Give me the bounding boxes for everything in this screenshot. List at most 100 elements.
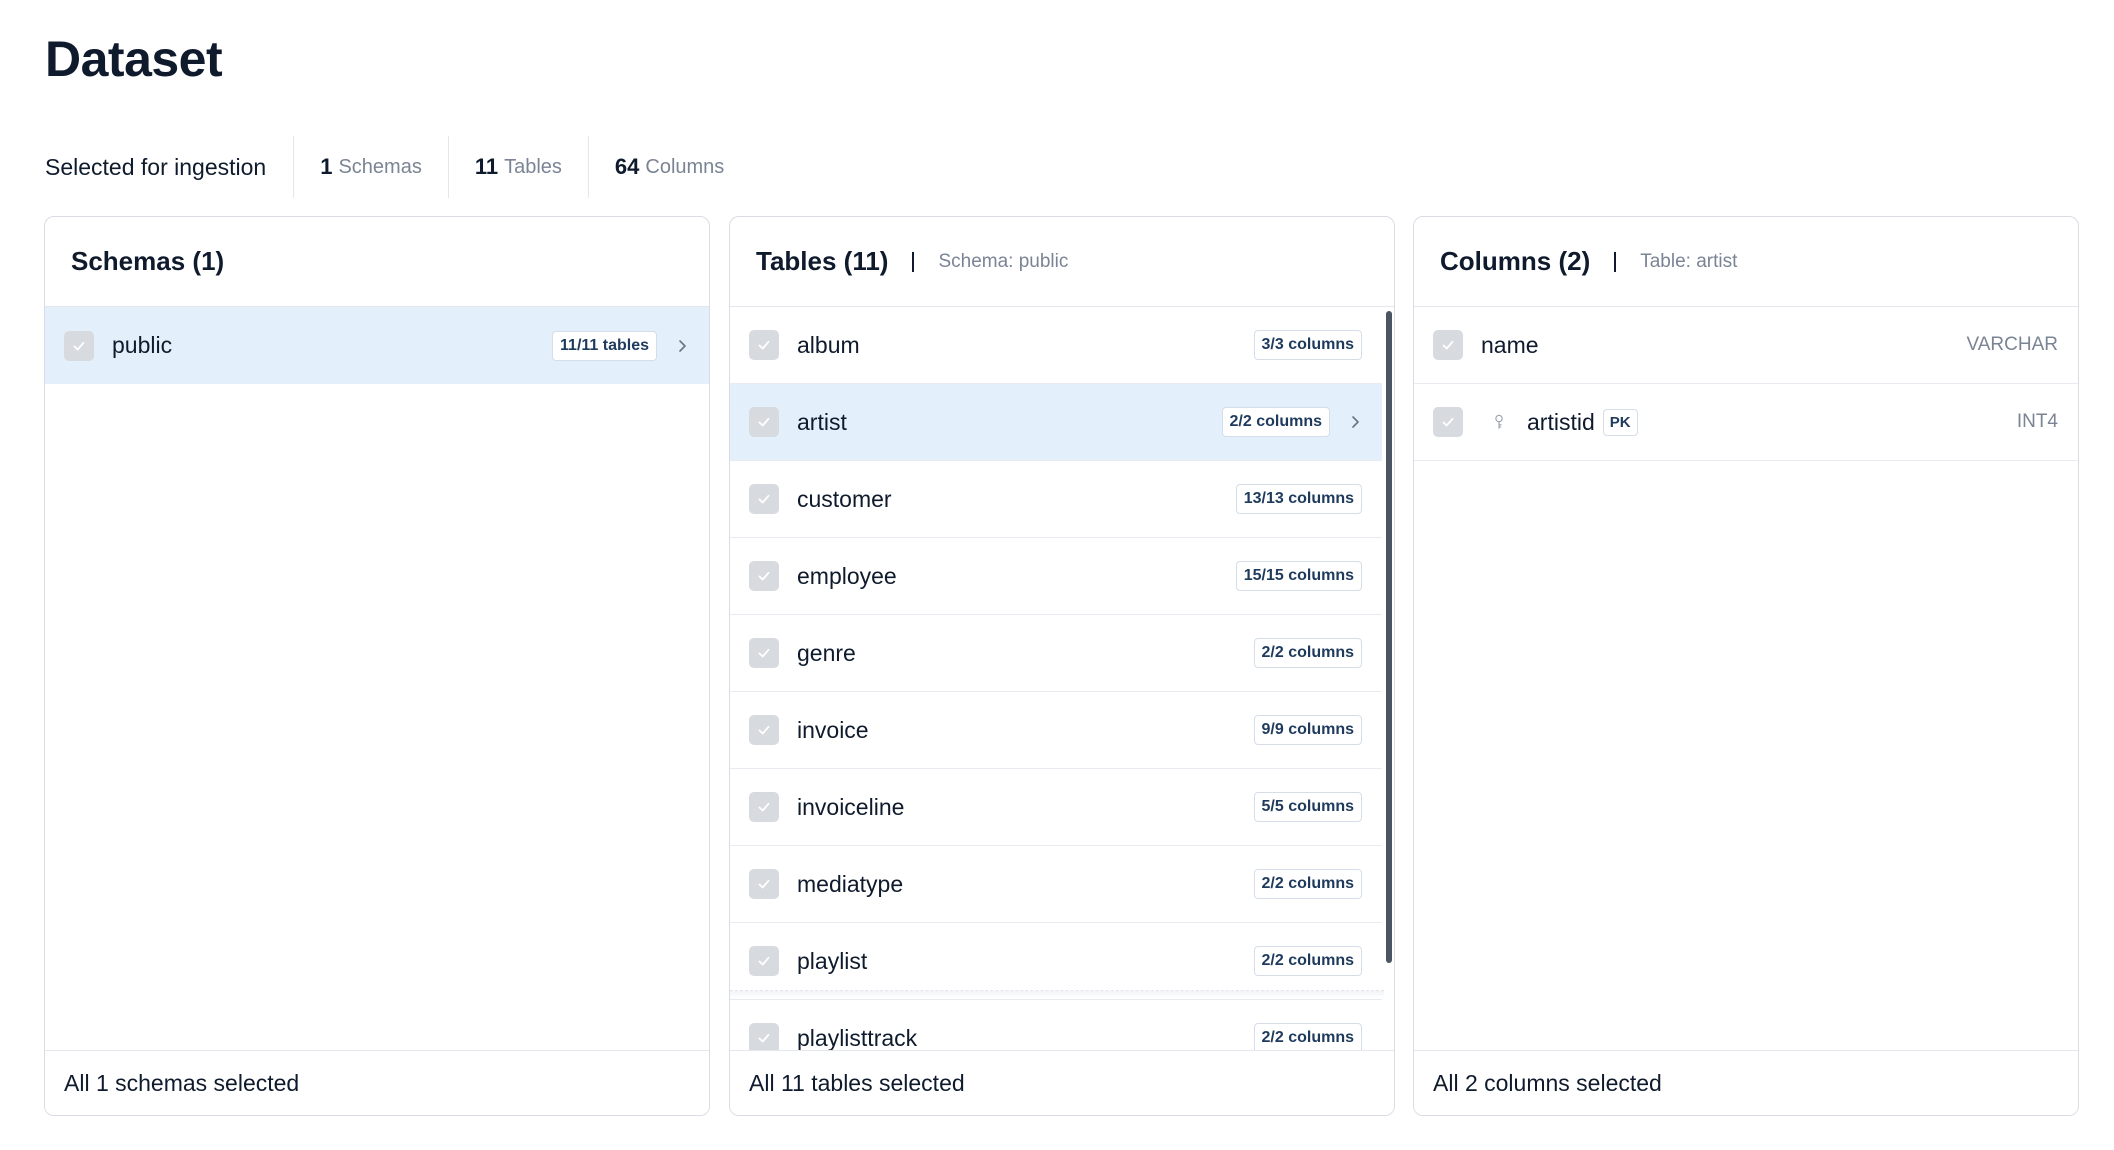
table-row-invoiceline[interactable]: invoiceline 5/5 columns xyxy=(730,769,1382,846)
table-column-count-badge: 13/13 columns xyxy=(1235,484,1362,514)
schemas-panel-header: Schemas (1) xyxy=(45,217,709,307)
tables-count: 11 xyxy=(474,154,499,179)
table-column-count-badge: 2/2 columns xyxy=(1221,407,1330,437)
columns-list: name VARCHAR artistid PK INT4 xyxy=(1414,307,2078,1050)
table-label: invoiceline xyxy=(797,793,905,820)
summary-label: Selected for ingestion xyxy=(45,153,267,180)
table-checkbox[interactable] xyxy=(749,561,779,591)
check-icon xyxy=(758,648,770,658)
table-column-count-badge: 2/2 columns xyxy=(1253,1023,1362,1050)
columns-panel-header: Columns (2) Table: artist xyxy=(1414,217,2078,307)
table-label: album xyxy=(797,331,860,358)
table-row-playlisttrack[interactable]: playlisttrack 2/2 columns xyxy=(730,1000,1382,1050)
columns-panel-footer: All 2 columns selected xyxy=(1414,1050,2078,1115)
table-row-employee[interactable]: employee 15/15 columns xyxy=(730,538,1382,615)
schemas-count: 1 xyxy=(320,154,333,179)
table-row-invoice[interactable]: invoice 9/9 columns xyxy=(730,692,1382,769)
schema-table-count-badge: 11/11 tables xyxy=(552,330,657,361)
summary-columns: 64 Columns xyxy=(587,136,750,198)
check-icon xyxy=(758,802,770,812)
summary-tables: 11 Tables xyxy=(447,136,588,198)
table-checkbox[interactable] xyxy=(749,484,779,514)
primary-key-badge: PK xyxy=(1602,408,1638,436)
column-checkbox[interactable] xyxy=(1433,330,1463,360)
column-label: name xyxy=(1481,331,1539,358)
table-row-album[interactable]: album 3/3 columns xyxy=(730,307,1382,384)
column-label: artistid xyxy=(1527,408,1595,435)
tables-list[interactable]: album 3/3 columns artist 2/2 columns custome… xyxy=(730,307,1394,1050)
columns-panel: Columns (2) Table: artist name VARCHAR a… xyxy=(1413,216,2079,1116)
table-checkbox[interactable] xyxy=(749,792,779,822)
table-row-artist[interactable]: artist 2/2 columns xyxy=(730,384,1382,461)
table-checkbox[interactable] xyxy=(749,330,779,360)
key-icon xyxy=(1489,411,1509,433)
schemas-panel-title: Schemas (1) xyxy=(71,246,225,276)
table-label: playlisttrack xyxy=(797,1024,918,1051)
columns-panel-title: Columns (2) xyxy=(1440,246,1591,276)
table-checkbox[interactable] xyxy=(749,946,779,976)
schemas-panel-footer: All 1 schemas selected xyxy=(45,1050,709,1115)
check-icon xyxy=(1442,340,1454,350)
table-checkbox[interactable] xyxy=(749,715,779,745)
ingestion-summary: Selected for ingestion 1 Schemas 11 Tabl… xyxy=(45,136,750,198)
tables-scrollbar[interactable] xyxy=(1386,311,1392,963)
table-column-count-badge: 15/15 columns xyxy=(1235,561,1362,591)
chevron-right-icon[interactable] xyxy=(1348,415,1362,429)
table-label: genre xyxy=(797,639,856,666)
check-icon xyxy=(758,879,770,889)
column-row-name[interactable]: name VARCHAR xyxy=(1414,307,2078,384)
check-icon xyxy=(73,341,85,350)
table-checkbox[interactable] xyxy=(749,869,779,899)
column-row-artistid[interactable]: artistid PK INT4 xyxy=(1414,384,2078,461)
schemas-unit: Schemas xyxy=(338,155,422,178)
check-icon xyxy=(758,1033,770,1043)
tables-panel-title: Tables (11) xyxy=(756,246,889,276)
schemas-panel: Schemas (1) public 11/11 tables All 1 sc… xyxy=(44,216,710,1116)
table-label: artist xyxy=(797,408,847,435)
check-icon xyxy=(758,494,770,504)
tables-panel-footer: All 11 tables selected xyxy=(730,1050,1394,1115)
table-checkbox[interactable] xyxy=(749,638,779,668)
column-type: INT4 xyxy=(2016,411,2058,432)
chevron-right-icon[interactable] xyxy=(675,339,689,353)
table-column-count-badge: 9/9 columns xyxy=(1253,715,1362,745)
table-row-playlist[interactable]: playlist 2/2 columns xyxy=(730,923,1382,1000)
table-label: mediatype xyxy=(797,870,904,897)
header-divider xyxy=(912,251,915,272)
tables-panel: Tables (11) Schema: public album 3/3 colu… xyxy=(729,216,1395,1116)
table-row-genre[interactable]: genre 2/2 columns xyxy=(730,615,1382,692)
table-column-count-badge: 2/2 columns xyxy=(1253,869,1362,899)
column-checkbox[interactable] xyxy=(1433,407,1463,437)
check-icon xyxy=(758,725,770,735)
scroll-fade xyxy=(730,990,1384,998)
tables-unit: Tables xyxy=(504,155,562,178)
table-checkbox[interactable] xyxy=(749,407,779,437)
table-label: customer xyxy=(797,485,892,512)
columns-count: 64 xyxy=(614,154,640,179)
header-divider xyxy=(1614,251,1617,272)
table-column-count-badge: 5/5 columns xyxy=(1253,792,1362,822)
table-checkbox[interactable] xyxy=(749,1023,779,1050)
check-icon xyxy=(758,571,770,581)
table-column-count-badge: 3/3 columns xyxy=(1253,330,1362,360)
schemas-list: public 11/11 tables xyxy=(45,307,709,1050)
column-type: VARCHAR xyxy=(1966,334,2059,355)
table-column-count-badge: 2/2 columns xyxy=(1253,638,1362,668)
check-icon xyxy=(758,956,770,966)
table-label: playlist xyxy=(797,947,868,974)
table-row-mediatype[interactable]: mediatype 2/2 columns xyxy=(730,846,1382,923)
columns-unit: Columns xyxy=(645,155,725,178)
schema-label: public xyxy=(112,332,173,358)
check-icon xyxy=(758,340,770,350)
table-row-customer[interactable]: customer 13/13 columns xyxy=(730,461,1382,538)
schema-row-public[interactable]: public 11/11 tables xyxy=(45,307,709,384)
tables-panel-subtitle: Schema: public xyxy=(938,250,1069,272)
table-column-count-badge: 2/2 columns xyxy=(1253,946,1362,976)
tables-panel-header: Tables (11) Schema: public xyxy=(730,217,1394,307)
table-label: employee xyxy=(797,562,897,589)
summary-schemas: 1 Schemas xyxy=(293,136,448,198)
page-title: Dataset xyxy=(45,31,223,87)
schema-checkbox[interactable] xyxy=(64,330,94,361)
columns-panel-subtitle: Table: artist xyxy=(1640,250,1738,272)
check-icon xyxy=(758,417,770,427)
